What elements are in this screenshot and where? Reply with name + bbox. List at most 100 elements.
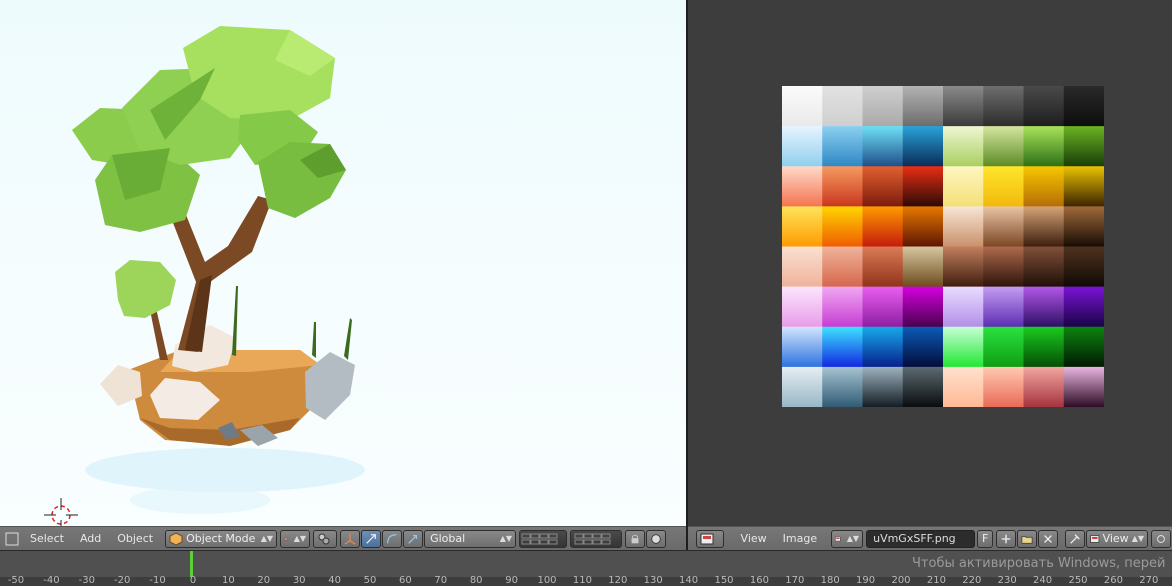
scale-toggle[interactable] (403, 529, 424, 548)
palette-swatch (862, 166, 904, 207)
palette-swatch (983, 86, 1024, 127)
menu-object[interactable]: Object (109, 532, 161, 545)
palette-swatch (902, 166, 944, 207)
palette-swatch (1063, 286, 1104, 328)
palette-swatch (782, 366, 823, 407)
windows-activation-watermark: Чтобы активировать Windows, перей (912, 556, 1166, 571)
orientation-dropdown[interactable]: Global ▲▼ (424, 529, 517, 548)
render-preview-toggle[interactable] (646, 529, 667, 548)
palette-swatch (822, 126, 863, 167)
mode-view-dropdown[interactable]: View ▲▼ (1086, 529, 1148, 548)
palette-swatch (862, 246, 904, 288)
frame-tick-label: 210 (926, 575, 946, 586)
palette-swatch (822, 286, 863, 328)
palette-swatch (902, 206, 944, 248)
menu-view[interactable]: View (733, 532, 775, 545)
pivot-icon (318, 533, 330, 544)
manipulator-toggle[interactable] (340, 529, 361, 548)
frame-tick-label: 40 (328, 575, 341, 586)
frame-tick-label: 200 (891, 575, 911, 586)
open-image-button[interactable] (1017, 529, 1037, 548)
palette-swatch (983, 126, 1024, 167)
palette-swatch (943, 286, 984, 328)
manipulator-icon (344, 533, 356, 545)
image-editor-area[interactable] (688, 0, 1172, 526)
menu-image[interactable]: Image (775, 532, 825, 545)
rotate-arc-icon (387, 533, 397, 543)
palette-swatch (1023, 326, 1065, 368)
tree-island-model (72, 26, 365, 514)
palette-swatch (1023, 126, 1065, 167)
mode-label: Object Mode (186, 532, 256, 545)
layers-panel-b[interactable] (570, 529, 623, 548)
layer-grid-icon (574, 533, 611, 544)
editor-type-dropdown[interactable] (696, 529, 724, 548)
palette-swatch (1023, 366, 1065, 407)
layers-panel-a[interactable] (519, 529, 568, 548)
palette-swatch (1063, 326, 1104, 368)
current-frame-cursor[interactable] (190, 551, 193, 577)
layer-grid-icon (521, 533, 558, 544)
frame-tick-label: 110 (572, 575, 592, 586)
frame-tick-label: 260 (1103, 575, 1123, 586)
palette-swatch (782, 126, 823, 167)
palette-swatch (782, 86, 823, 127)
uv-sync-toggle[interactable] (1151, 529, 1171, 548)
palette-swatch (1023, 246, 1065, 288)
translate-arrow-icon (366, 533, 376, 544)
pivot-point-dropdown[interactable] (313, 529, 338, 548)
frame-tick-label: 180 (820, 575, 840, 586)
frame-tick-label: -50 (7, 575, 25, 586)
frame-tick-label: 170 (785, 575, 805, 586)
frame-tick-label: 130 (643, 575, 663, 586)
palette-swatch (1063, 206, 1104, 248)
palette-swatch (1023, 166, 1065, 207)
palette-swatch (782, 286, 823, 328)
frame-tick-label: 240 (1033, 575, 1053, 586)
frame-tick-label: 190 (856, 575, 876, 586)
palette-swatch (902, 366, 944, 407)
palette-swatch (862, 126, 904, 167)
menu-add[interactable]: Add (72, 532, 109, 545)
lock-icon (631, 534, 639, 543)
palette-swatch (1023, 206, 1065, 248)
frame-tick-label: 30 (292, 575, 306, 586)
render-icon (651, 533, 661, 544)
palette-swatch (822, 326, 863, 368)
palette-swatch (862, 206, 904, 248)
frame-tick-label: -20 (114, 575, 131, 586)
unlink-image-button[interactable] (1038, 529, 1058, 548)
image-name-field[interactable]: uVmGxSFF.png (866, 529, 976, 548)
close-icon (1044, 534, 1052, 543)
translate-toggle[interactable] (361, 529, 382, 548)
rotate-toggle[interactable] (382, 529, 403, 548)
palette-swatch (822, 86, 863, 127)
palette-swatch (1063, 366, 1104, 407)
viewport-shading-dropdown[interactable]: ▲▼ (280, 529, 311, 548)
palette-swatch (983, 366, 1024, 407)
fake-user-button[interactable]: F (977, 529, 993, 548)
browse-image-dropdown[interactable]: ▲▼ (831, 529, 864, 548)
3d-view-header: Select Add Object Object Mode ▲▼ ▲▼ Glob… (0, 526, 686, 550)
editor-type-icon[interactable] (2, 530, 22, 548)
frame-tick-label: 250 (1068, 575, 1088, 586)
image-editor-icon (1090, 534, 1100, 543)
palette-swatch (862, 366, 904, 407)
plus-icon (1001, 534, 1011, 543)
solid-sphere-icon (284, 536, 288, 541)
menu-select[interactable]: Select (22, 532, 72, 545)
new-image-button[interactable] (996, 529, 1016, 548)
pin-image-toggle[interactable] (1065, 529, 1085, 548)
lock-camera-toggle[interactable] (625, 529, 646, 548)
palette-swatch (943, 326, 984, 368)
palette-swatch (943, 206, 984, 248)
frame-tick-label: 230 (997, 575, 1017, 586)
frame-tick-label: 220 (962, 575, 982, 586)
palette-swatch (1063, 126, 1104, 167)
palette-swatch (782, 246, 823, 288)
palette-swatch (1023, 286, 1065, 328)
frame-tick-label: 60 (399, 575, 412, 586)
mode-dropdown[interactable]: Object Mode ▲▼ (165, 529, 278, 548)
palette-swatch (782, 326, 823, 368)
3d-viewport[interactable] (0, 0, 686, 526)
